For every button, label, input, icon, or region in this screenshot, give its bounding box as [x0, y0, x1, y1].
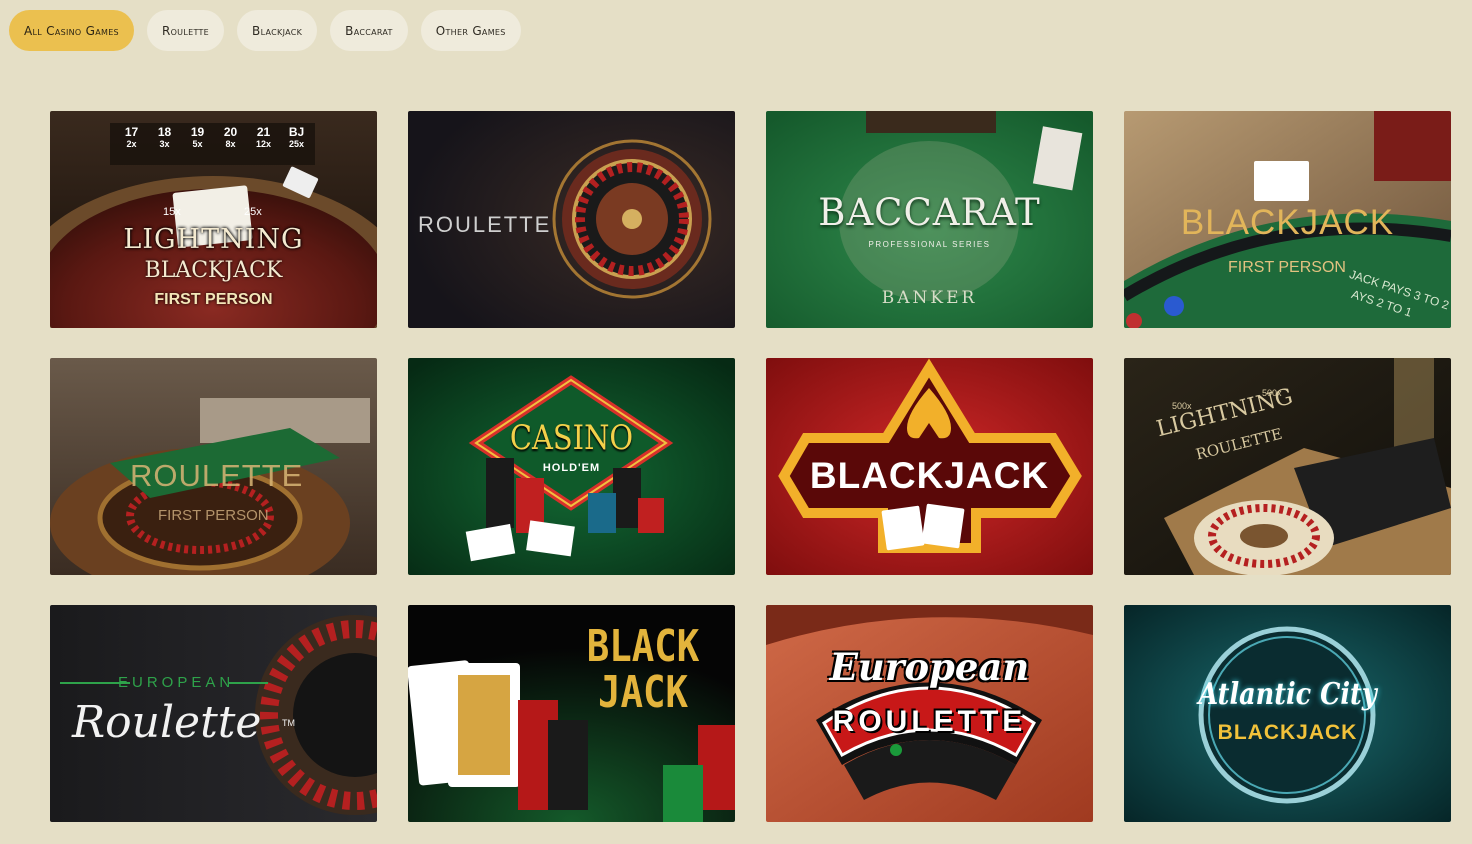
- chip-multiplier: 12x: [255, 139, 272, 149]
- game-subtitle: FIRST PERSON: [158, 507, 269, 524]
- game-tile-atlantic-city-blackjack[interactable]: Atlantic City BLACKJACK: [1124, 605, 1451, 822]
- game-title-line2: JACK: [597, 667, 689, 718]
- game-tile-casino-holdem[interactable]: CASINO HOLD'EM: [408, 358, 735, 575]
- chip-label: BJ: [288, 125, 305, 139]
- game-artwork: [1124, 605, 1451, 822]
- game-title-line2: BLACKJACK: [144, 258, 283, 283]
- game-tile-lightning-roulette[interactable]: 500x 500x LIGHTNING ROULETTE: [1124, 358, 1451, 575]
- game-tile-blackjack[interactable]: BLACKJACK: [766, 358, 1093, 575]
- game-title: BLACKJACK: [1180, 203, 1395, 242]
- game-title: BACCARAT: [818, 191, 1041, 234]
- game-subtitle: BLACKJACK: [1217, 721, 1358, 744]
- bet-area-label: BANKER: [881, 288, 978, 308]
- game-tile-black-jack[interactable]: BLACK JACK: [408, 605, 735, 822]
- chip-row: 17 2x 18 3x 19 5x 20 8x 21 12x BJ 25x: [118, 125, 310, 149]
- game-tile-lightning-blackjack-first-person[interactable]: 17 2x 18 3x 19 5x 20 8x 21 12x BJ 25x 15x 25x …: [50, 111, 377, 328]
- game-subtitle: PROFESSIONAL SERIES: [868, 240, 991, 249]
- game-title: ROULETTE: [418, 212, 552, 237]
- game-tile-european-roulette-2[interactable]: European ROULETTE: [766, 605, 1093, 822]
- game-title: BLACKJACK: [809, 455, 1050, 496]
- tab-roulette[interactable]: Roulette: [146, 10, 225, 51]
- tab-baccarat[interactable]: Baccarat: [330, 10, 408, 51]
- game-title: Roulette: [72, 697, 262, 748]
- game-subtitle: FIRST PERSON: [1228, 259, 1346, 276]
- game-title: CASINO: [509, 418, 634, 458]
- game-tile-baccarat[interactable]: BACCARAT PROFESSIONAL SERIES BANKER: [766, 111, 1093, 328]
- tab-all-casino-games[interactable]: All Casino Games: [9, 10, 134, 51]
- game-subtitle: EUROPEAN: [118, 674, 235, 691]
- chip-multiplier: 25x: [288, 139, 305, 149]
- chip-multiplier: 5x: [192, 139, 203, 149]
- game-title: ROULETTE: [130, 458, 304, 493]
- card-multiplier-right: 25x: [244, 206, 262, 218]
- chip-multiplier: 2x: [126, 139, 137, 149]
- game-subtitle: FIRST PERSON: [154, 291, 273, 308]
- game-tile-roulette-first-person[interactable]: ROULETTE FIRST PERSON: [50, 358, 377, 575]
- games-grid: 17 2x 18 3x 19 5x 20 8x 21 12x BJ 25x 15x 25x …: [50, 111, 1451, 822]
- tab-other-games[interactable]: Other Games: [420, 10, 521, 51]
- chip-label: 20: [223, 125, 238, 139]
- chip-label: 17: [124, 125, 139, 139]
- chip-multiplier: 8x: [225, 139, 236, 149]
- game-tile-roulette[interactable]: ROULETTE: [408, 111, 735, 328]
- trademark: TM: [282, 718, 295, 728]
- game-filter-tabs: All Casino Games Roulette Blackjack Bacc…: [9, 10, 521, 51]
- chip-label: 18: [157, 125, 172, 139]
- game-subtitle: HOLD'EM: [542, 462, 601, 474]
- game-title: LIGHTNING: [123, 224, 304, 255]
- game-title: European: [829, 645, 1030, 689]
- game-title: BLACK: [586, 621, 700, 672]
- game-tile-blackjack-first-person[interactable]: BLACKJACK FIRST PERSON JACK PAYS 3 TO 2 …: [1124, 111, 1451, 328]
- card-multiplier-left: 15x: [163, 206, 181, 218]
- chip-label: 19: [190, 125, 205, 139]
- chip-multiplier: 3x: [159, 139, 170, 149]
- tab-blackjack[interactable]: Blackjack: [237, 10, 318, 51]
- game-subtitle: ROULETTE: [832, 705, 1027, 738]
- game-tile-european-roulette[interactable]: EUROPEAN Roulette TM: [50, 605, 377, 822]
- game-title: Atlantic City: [1198, 677, 1377, 712]
- chip-label: 21: [256, 125, 271, 139]
